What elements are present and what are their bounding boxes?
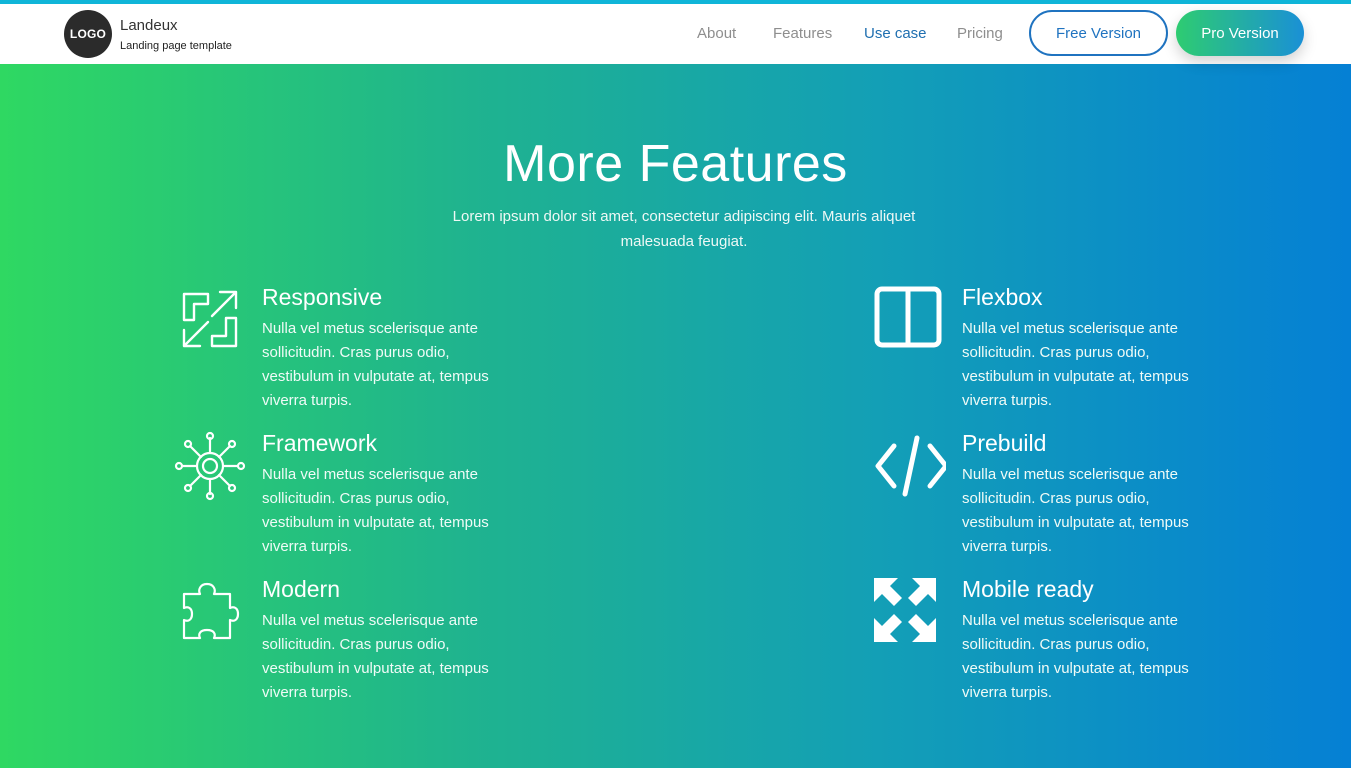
virus-gear-icon [174, 430, 246, 502]
nav-link-use-case[interactable]: Use case [864, 25, 927, 42]
section-title: More Features [503, 135, 848, 193]
feature-title: Framework [262, 430, 378, 456]
feature-text: Nulla vel metus scelerisque ante sollici… [262, 320, 489, 409]
free-version-button[interactable]: Free Version [1029, 10, 1168, 56]
section-subtitle: Lorem ipsum dolor sit amet, consectetur … [452, 208, 916, 250]
feature-title: Modern [262, 576, 340, 602]
nav-link-pricing[interactable]: Pricing [957, 25, 1003, 42]
feature-text: Nulla vel metus scelerisque ante sollici… [962, 612, 1189, 701]
nav-link-features[interactable]: Features [773, 25, 832, 42]
navbar: LOGO Landeux Landing page template About… [0, 4, 1351, 64]
puzzle-piece-icon [174, 576, 246, 648]
feature-text: Nulla vel metus scelerisque ante sollici… [262, 612, 489, 701]
feature-text: Nulla vel metus scelerisque ante sollici… [262, 466, 489, 555]
feature-title: Prebuild [962, 430, 1047, 456]
more-features-section: More Features Lorem ipsum dolor sit amet… [0, 64, 1351, 768]
feature-title: Mobile ready [962, 576, 1094, 602]
columns-icon [874, 284, 946, 356]
resize-arrows-icon [174, 284, 246, 356]
feature-text: Nulla vel metus scelerisque ante sollici… [962, 320, 1189, 409]
feature-title: Responsive [262, 284, 383, 310]
pro-version-button[interactable]: Pro Version [1176, 10, 1304, 56]
feature-text: Nulla vel metus scelerisque ante sollici… [962, 466, 1189, 555]
nav-link-about[interactable]: About [697, 25, 736, 42]
code-icon [874, 430, 946, 502]
feature-title: Flexbox [962, 284, 1043, 310]
brand-tagline: Landing page template [120, 40, 232, 52]
logo[interactable]: LOGO [64, 10, 112, 58]
expand-arrows-icon [874, 576, 946, 648]
brand-name: Landeux [120, 17, 178, 34]
